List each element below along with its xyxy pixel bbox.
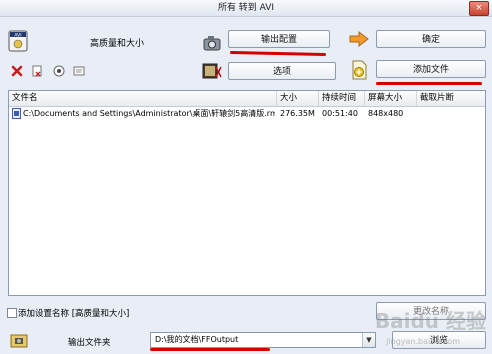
- arrow-right-icon: [348, 30, 370, 48]
- output-folder-value: D:\我的文档\FFOutput: [155, 335, 239, 344]
- window-title: 所有 转到 AVI: [217, 3, 275, 13]
- quality-profile-label: 高质量和大小: [90, 39, 145, 49]
- annotation-underline: [150, 348, 270, 351]
- delete-icon[interactable]: [10, 64, 24, 78]
- file-list[interactable]: 文件名 大小 持续时间 屏幕大小 截取片断 C:\Documents and S…: [8, 90, 486, 296]
- options-button[interactable]: 选项: [228, 62, 336, 80]
- add-setting-checkbox[interactable]: [7, 308, 17, 318]
- chevron-down-icon[interactable]: ▼: [362, 333, 375, 347]
- avi-format-icon: AVI: [8, 30, 28, 52]
- camera-icon: [202, 34, 222, 52]
- add-setting-label: 添加设置名称 [高质量和大小]: [18, 309, 130, 319]
- annotation-underline: [229, 50, 327, 57]
- video-file-icon: [12, 107, 22, 120]
- clear-list-icon[interactable]: [30, 64, 44, 78]
- ok-button[interactable]: 确定: [376, 30, 486, 48]
- column-duration[interactable]: 持续时间: [319, 91, 365, 106]
- svg-text:AVI: AVI: [14, 33, 21, 39]
- add-file-icon: [350, 60, 368, 80]
- baidu-watermark: Baidu 经验: [374, 309, 486, 333]
- output-folder-select[interactable]: D:\我的文档\FFOutput ▼: [150, 332, 376, 348]
- table-row[interactable]: C:\Documents and Settings\Administrator\…: [9, 107, 485, 120]
- close-button[interactable]: ×: [469, 1, 489, 16]
- file-list-header: 文件名 大小 持续时间 屏幕大小 截取片断: [9, 91, 485, 107]
- annotation-underline: [376, 82, 482, 85]
- row-duration: 00:51:40: [322, 109, 358, 118]
- row-size: 276.35M: [280, 109, 315, 118]
- column-filename[interactable]: 文件名: [9, 91, 277, 106]
- title-bar: 所有 转到 AVI ×: [0, 0, 492, 17]
- folder-camera-icon: [10, 332, 28, 348]
- output-folder-label: 输出文件夹: [68, 338, 111, 348]
- row-clip: [420, 107, 484, 120]
- row-filename: C:\Documents and Settings\Administrator\…: [23, 109, 275, 118]
- row-screen-size: 848x480: [368, 109, 404, 118]
- file-info-icon[interactable]: [72, 64, 86, 78]
- add-file-button[interactable]: 添加文件: [376, 60, 486, 78]
- column-clip[interactable]: 截取片断: [417, 91, 485, 106]
- column-screen-size[interactable]: 屏幕大小: [365, 91, 417, 106]
- output-config-button[interactable]: 输出配置: [228, 30, 330, 48]
- baidu-watermark-url: jingyan.baidu.com: [386, 337, 460, 346]
- column-size[interactable]: 大小: [277, 91, 319, 106]
- film-scissors-icon: [202, 62, 222, 80]
- play-preview-icon[interactable]: [52, 64, 66, 78]
